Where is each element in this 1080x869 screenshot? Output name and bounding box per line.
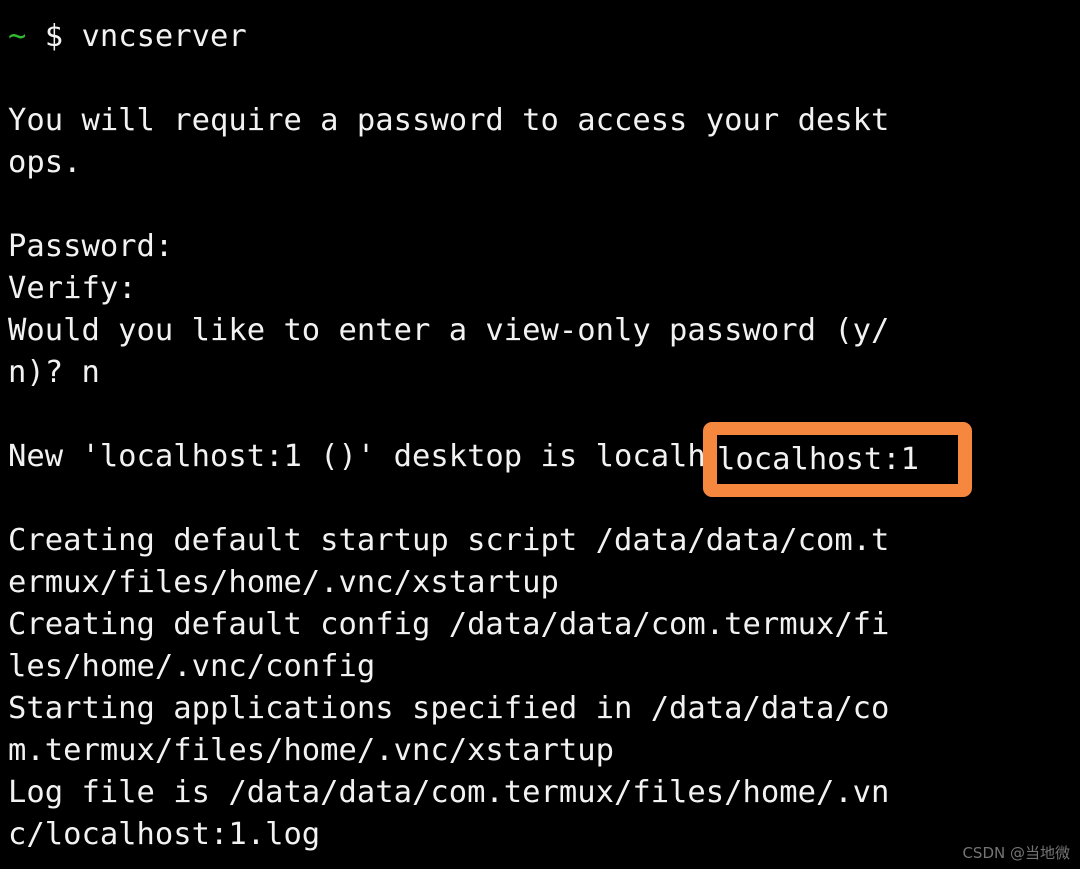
csdn-watermark: CSDN @当地微: [962, 844, 1070, 862]
terminal-line: les/home/.vnc/config: [8, 649, 376, 684]
highlight-annotation-text: localhost:1: [717, 441, 919, 477]
terminal-line: You will require a password to access yo…: [8, 103, 890, 138]
prompt-tilde-icon: ~: [8, 19, 27, 54]
terminal-line: Creating default config /data/data/com.t…: [8, 607, 890, 642]
terminal-line: Would you like to enter a view-only pass…: [8, 313, 890, 348]
prompt-line: ~ $ vncserver: [8, 16, 1080, 58]
terminal-line-verify-prompt: Verify:: [8, 271, 137, 306]
terminal-window[interactable]: ~ $ vncserver You will require a passwor…: [0, 0, 1080, 869]
terminal-line: c/localhost:1.log: [8, 817, 321, 852]
terminal-line: ops.: [8, 145, 82, 180]
terminal-line-password-prompt: Password:: [8, 229, 174, 264]
terminal-line: m.termux/files/home/.vnc/xstartup: [8, 733, 614, 768]
terminal-line-log-file: Log file is /data/data/com.termux/files/…: [8, 775, 890, 810]
prompt-command: $ vncserver: [44, 19, 247, 54]
terminal-line: Starting applications specified in /data…: [8, 691, 890, 726]
highlight-annotation-inner: localhost:1: [717, 435, 958, 484]
terminal-line: Creating default startup script /data/da…: [8, 523, 890, 558]
terminal-line: ermux/files/home/.vnc/xstartup: [8, 565, 559, 600]
terminal-line-answer: n)? n: [8, 355, 100, 390]
highlight-annotation-box: localhost:1: [703, 422, 972, 497]
